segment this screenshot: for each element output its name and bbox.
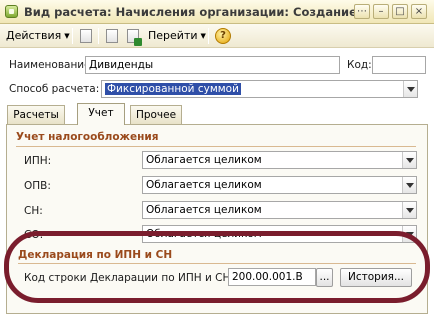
chevron-down-icon: ▼ (64, 32, 70, 40)
document-icon[interactable] (80, 29, 92, 43)
method-dropdown-button[interactable] (403, 81, 417, 97)
opv-dropdown-button[interactable] (402, 177, 416, 193)
toolbar-separator (98, 28, 99, 44)
name-label: Наименование: (9, 59, 95, 71)
opv-select[interactable]: Облагается целиком (142, 176, 417, 194)
sn-select[interactable]: Облагается целиком (142, 201, 417, 219)
tab-accounting[interactable]: Учет (77, 103, 125, 125)
ipn-value: Облагается целиком (146, 154, 262, 166)
so-select[interactable]: Облагается целиком (142, 225, 417, 243)
window-title: Вид расчета: Начисления организации: Соз… (24, 5, 357, 19)
document-list-icon[interactable] (106, 29, 118, 43)
so-label: СО: (24, 229, 44, 241)
opv-label: ОПВ: (24, 180, 51, 192)
help-icon[interactable]: ? (215, 28, 231, 44)
name-value: Дивиденды (89, 59, 154, 71)
method-select[interactable]: Фиксированной суммой (101, 80, 418, 98)
maximize-button[interactable]: □ (392, 4, 408, 19)
toolbar: Действия ▼ Перейти ▼ ? (0, 24, 434, 48)
actions-menu[interactable]: Действия ▼ (6, 28, 70, 44)
ipn-select[interactable]: Облагается целиком (142, 151, 417, 169)
close-button[interactable]: × (411, 4, 427, 19)
window-title-bar[interactable]: Вид расчета: Начисления организации: Соз… (0, 0, 434, 24)
document-add-icon[interactable] (127, 29, 142, 46)
app-icon (5, 5, 18, 18)
actions-menu-label: Действия (6, 29, 62, 42)
section-divider (16, 146, 416, 147)
code-field[interactable] (372, 56, 426, 74)
goto-menu-label: Перейти (148, 29, 198, 42)
so-dropdown-button[interactable] (402, 226, 416, 242)
chevron-down-icon: ▼ (200, 32, 206, 40)
sn-value: Облагается целиком (146, 204, 262, 216)
window-menu-button[interactable]: ⋯ (354, 4, 370, 19)
declaration-section-title: Декларация по ИПН и СН (18, 249, 173, 261)
tab-calculations[interactable]: Расчеты (7, 105, 65, 124)
sn-dropdown-button[interactable] (402, 202, 416, 218)
method-value: Фиксированной суммой (105, 83, 241, 95)
opv-value: Облагается целиком (146, 179, 262, 191)
declaration-code-label: Код строки Декларации по ИПН и СН: (24, 272, 234, 284)
toolbar-separator (72, 28, 73, 44)
ipn-dropdown-button[interactable] (402, 152, 416, 168)
ipn-label: ИПН: (24, 155, 52, 167)
code-label: Код: (347, 59, 372, 71)
name-field[interactable]: Дивиденды (85, 56, 340, 74)
declaration-code-field[interactable]: 200.00.001.B (228, 268, 316, 286)
method-label: Способ расчета: (9, 83, 100, 95)
declaration-code-value: 200.00.001.B (232, 271, 303, 283)
sn-label: СН: (24, 205, 43, 217)
section-divider (18, 263, 416, 264)
declaration-code-choose-button[interactable]: ... (316, 268, 333, 287)
tab-other[interactable]: Прочее (130, 105, 182, 124)
minimize-button[interactable]: – (373, 4, 389, 19)
toolbar-separator (208, 28, 209, 44)
so-value: Облагается целиком (146, 228, 262, 240)
goto-menu[interactable]: Перейти ▼ (148, 28, 206, 44)
tax-section-title: Учет налогообложения (16, 131, 159, 143)
history-button[interactable]: История... (340, 268, 412, 287)
